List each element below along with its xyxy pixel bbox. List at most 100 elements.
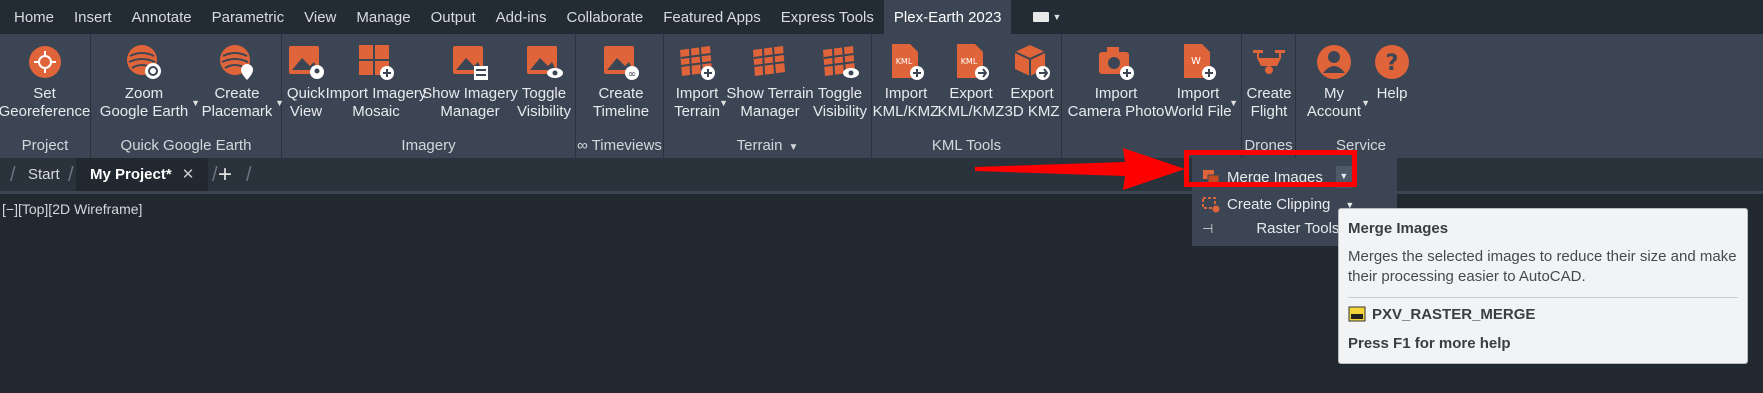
zoom-google-earth-button[interactable]: Zoom Google Earth ▼ (96, 34, 200, 134)
tab-annotate[interactable]: Annotate (122, 0, 202, 34)
georeference-icon (28, 46, 61, 78)
import-camera-photo-button[interactable]: Import Camera Photo (1068, 34, 1164, 134)
minimize-icon (1033, 12, 1050, 22)
terrain-import-icon (680, 46, 715, 80)
panel-title-terrain-text: Terrain (736, 137, 783, 154)
label-line: Create (598, 85, 644, 102)
svg-text:KML: KML (961, 57, 978, 66)
quick-view-button[interactable]: Quick View (286, 34, 326, 134)
label-line: World File (1164, 103, 1232, 120)
label-line: Georeference (0, 103, 91, 120)
panel-raster: Import Camera Photo W Import World File ▼ (1062, 34, 1242, 158)
image-manager-icon (453, 46, 488, 80)
svg-text:?: ? (1386, 51, 1399, 76)
chevron-down-icon: ▼ (1361, 98, 1370, 108)
label-line: Quick (286, 85, 326, 102)
label-line: My (1323, 85, 1344, 102)
export-3d-kmz-button[interactable]: Export 3D KMZ (1004, 34, 1060, 134)
ribbon-tab-bar: Home Insert Annotate Parametric View Man… (0, 0, 1763, 34)
panel-drones: Create Flight Drones (1242, 34, 1296, 158)
tab-my-project[interactable]: My Project* ✕ (76, 158, 209, 191)
viewport-controls[interactable]: [−][Top][2D Wireframe] (2, 201, 142, 217)
toggle-imagery-visibility-button[interactable]: Toggle Visibility (517, 34, 571, 134)
tab-insert[interactable]: Insert (64, 0, 122, 34)
panel-title-project: Project (21, 137, 69, 154)
label-line: Show Imagery (422, 85, 518, 102)
toggle-terrain-visibility-button[interactable]: Toggle Visibility (813, 34, 867, 134)
tab-output[interactable]: Output (421, 0, 486, 34)
label-line: Toggle (817, 85, 863, 102)
tab-my-project-label: My Project* (90, 166, 172, 183)
ribbon: Set Georeference Project Zoom Google Earth… (0, 34, 1763, 158)
label-line: KML/KMZ (872, 103, 940, 120)
tooltip-description: Merges the selected images to reduce the… (1348, 248, 1737, 285)
panel-kml-tools: KML Import KML/KMZ KML Export KML/KMZ Expo… (872, 34, 1062, 158)
panel-service: My Account ▼ ? Help Service (1296, 34, 1426, 158)
tab-express-tools[interactable]: Express Tools (771, 0, 884, 34)
create-placemark-button[interactable]: Create Placemark ▼ (198, 34, 284, 134)
label-line: Google Earth (99, 103, 189, 120)
label-line: 3D KMZ (1004, 103, 1060, 120)
label-line: Camera Photo (1067, 103, 1165, 120)
close-icon[interactable]: ✕ (182, 166, 195, 183)
label-line: Visibility (813, 103, 867, 120)
help-button[interactable]: ? Help (1372, 34, 1412, 134)
show-imagery-manager-button[interactable]: Show Imagery Manager (422, 34, 518, 134)
label-line: Set (33, 85, 56, 102)
label-line: View (289, 103, 323, 120)
pointer-arrow (975, 148, 1185, 190)
import-terrain-button[interactable]: Import Terrain ▼ (674, 34, 728, 134)
tooltip-command-name: PXV_RASTER_MERGE (1372, 305, 1536, 323)
label-line: Import (1094, 85, 1138, 102)
tab-manage[interactable]: Manage (346, 0, 420, 34)
label-line: Zoom (124, 85, 164, 102)
camera-icon (1099, 47, 1134, 80)
timeline-icon: ∞ (604, 46, 639, 80)
tooltip-divider (1348, 297, 1738, 298)
clipping-icon (1202, 196, 1220, 212)
mosaic-icon (359, 45, 394, 80)
tooltip: Merge Images Merges the selected images … (1338, 208, 1748, 364)
import-world-file-button[interactable]: W Import World File ▼ (1164, 34, 1238, 134)
label-line: Placemark (201, 103, 273, 120)
tooltip-command: PXV_RASTER_MERGE (1348, 305, 1535, 323)
terrain-grid-icon (753, 46, 786, 76)
panel-timeviews: ∞ Create Timeline ∞ Timeviews (576, 34, 664, 158)
tab-collaborate[interactable]: Collaborate (556, 0, 653, 34)
show-terrain-manager-button[interactable]: Show Terrain Manager (726, 34, 814, 134)
panel-imagery: Quick View Import Imagery Mosaic Show Imag… (282, 34, 576, 158)
tab-add-ins[interactable]: Add-ins (486, 0, 557, 34)
add-tab-button[interactable]: + (218, 158, 232, 191)
import-kml-button[interactable]: KML Import KML/KMZ (873, 34, 939, 134)
document-tab-bar: / Start / My Project* ✕ / + / (0, 158, 1763, 191)
import-imagery-mosaic-button[interactable]: Import Imagery Mosaic (326, 34, 426, 134)
tab-featured-apps[interactable]: Featured Apps (653, 0, 771, 34)
tab-parametric[interactable]: Parametric (202, 0, 295, 34)
label-line: Account (1306, 103, 1362, 120)
panel-title-terrain: Terrain ▼ (664, 137, 871, 154)
label-line: Flight (1250, 103, 1288, 120)
kml-import-icon: KML (892, 44, 924, 80)
export-kml-button[interactable]: KML Export KML/KMZ (938, 34, 1004, 134)
cube-export-icon (1014, 45, 1050, 80)
command-icon (1348, 306, 1366, 322)
tab-plex-earth[interactable]: Plex-Earth 2023 (883, 0, 1012, 34)
tab-separator: / (246, 164, 252, 186)
tab-separator: / (212, 164, 218, 186)
panel-title-quick-google-earth: Quick Google Earth (120, 137, 252, 154)
create-clipping-button[interactable]: Create Clipping ▼ (1202, 196, 1354, 213)
label-line: Import (884, 85, 928, 102)
pin-icon[interactable]: ⊣ (1202, 221, 1213, 237)
tab-start[interactable]: Start (28, 158, 60, 191)
create-flight-button[interactable]: Create Flight (1246, 34, 1292, 134)
label-line: Timeline (592, 103, 650, 120)
set-georeference-button[interactable]: Set Georeference (0, 34, 91, 134)
my-account-button[interactable]: My Account ▼ (1306, 34, 1370, 134)
question-icon: ? (1375, 45, 1409, 79)
chevron-down-icon[interactable]: ▼ (788, 142, 798, 153)
tab-home[interactable]: Home (4, 0, 64, 34)
raster-tools-label: Raster Tools (1256, 220, 1340, 237)
tab-view[interactable]: View (294, 0, 346, 34)
create-timeline-button[interactable]: ∞ Create Timeline (592, 34, 650, 134)
ribbon-minimize-button[interactable]: ▼ (1033, 12, 1061, 22)
